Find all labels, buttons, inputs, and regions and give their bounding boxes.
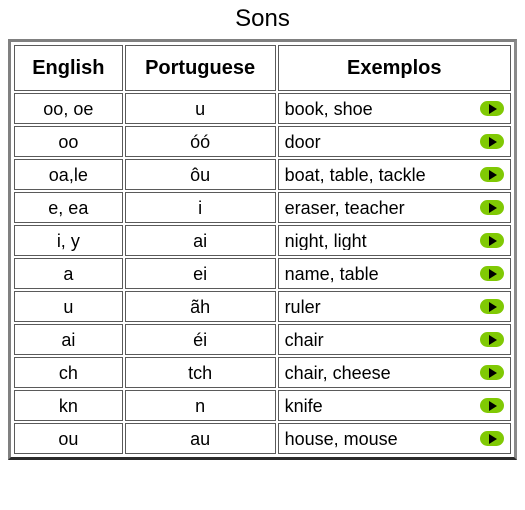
cell-english: oa,le [14,159,123,190]
cell-exemplos: name, table [277,258,511,289]
cell-portuguese: éi [124,324,276,355]
cell-portuguese: ei [124,258,276,289]
exemplos-content: knife [279,391,510,420]
page-root: Sons English Portuguese Exemplos oo, oe u… [0,4,525,510]
cell-exemplos: chair, cheese [277,357,511,388]
exemplos-text: night, light [284,231,367,250]
cell-portuguese: tch [124,357,276,388]
cell-english: kn [14,390,123,421]
exemplos-text: book, shoe [284,99,373,118]
play-triangle-icon [489,433,497,444]
exemplos-text: door [284,132,321,151]
column-header-exemplos: Exemplos [277,45,511,91]
table-row: oo óó door [14,126,511,157]
play-triangle-icon [489,103,497,114]
page-title: Sons [235,5,290,32]
sounds-table-frame: English Portuguese Exemplos oo, oe u book,… [8,39,517,460]
play-triangle-icon [489,202,497,213]
exemplos-content: door [279,127,510,156]
play-icon[interactable] [480,167,504,182]
cell-english: u [14,291,123,322]
cell-exemplos: eraser, teacher [277,192,511,223]
table-body: oo, oe u book, shoe oo óó door oa,le ôu boat, ta… [14,93,511,454]
play-triangle-icon [489,268,497,279]
cell-english: oo, oe [14,93,123,124]
exemplos-text: chair, cheese [284,363,391,382]
table-header: English Portuguese Exemplos [14,45,511,91]
play-icon[interactable] [480,101,504,116]
cell-english: ch [14,357,123,388]
exemplos-content: boat, table, tackle [279,160,510,189]
play-icon[interactable] [480,266,504,281]
column-header-portuguese: Portuguese [124,45,276,91]
exemplos-text: boat, table, tackle [284,165,426,184]
table-row: ou au house, mouse [14,423,511,454]
table-row: a ei name, table [14,258,511,289]
play-triangle-icon [489,367,497,378]
cell-portuguese: ai [124,225,276,256]
cell-english: i, y [14,225,123,256]
cell-portuguese: ãh [124,291,276,322]
exemplos-content: ruler [279,292,510,321]
exemplos-content: chair [279,325,510,354]
cell-english: e, ea [14,192,123,223]
cell-exemplos: book, shoe [277,93,511,124]
cell-exemplos: door [277,126,511,157]
exemplos-content: house, mouse [279,424,510,453]
exemplos-content: eraser, teacher [279,193,510,222]
cell-portuguese: óó [124,126,276,157]
cell-exemplos: boat, table, tackle [277,159,511,190]
column-header-english: English [14,45,123,91]
cell-portuguese: au [124,423,276,454]
cell-exemplos: night, light [277,225,511,256]
cell-exemplos: chair [277,324,511,355]
play-triangle-icon [489,169,497,180]
play-icon[interactable] [480,365,504,380]
cell-portuguese: i [124,192,276,223]
table-row: ch tch chair, cheese [14,357,511,388]
sounds-table: English Portuguese Exemplos oo, oe u book,… [12,43,513,456]
play-icon[interactable] [480,332,504,347]
exemplos-text: name, table [284,264,379,283]
table-row: u ãh ruler [14,291,511,322]
play-triangle-icon [489,136,497,147]
table-row: e, ea i eraser, teacher [14,192,511,223]
play-triangle-icon [489,301,497,312]
table-row: ai éi chair [14,324,511,355]
cell-english: a [14,258,123,289]
cell-portuguese: ôu [124,159,276,190]
play-icon[interactable] [480,200,504,215]
cell-exemplos: house, mouse [277,423,511,454]
cell-portuguese: n [124,390,276,421]
cell-english: ou [14,423,123,454]
cell-exemplos: ruler [277,291,511,322]
exemplos-text: house, mouse [284,429,398,448]
play-triangle-icon [489,400,497,411]
play-icon[interactable] [480,431,504,446]
cell-exemplos: knife [277,390,511,421]
play-triangle-icon [489,235,497,246]
play-icon[interactable] [480,233,504,248]
exemplos-text: eraser, teacher [284,198,405,217]
exemplos-text: knife [284,396,323,415]
exemplos-content: night, light [279,226,510,255]
exemplos-content: chair, cheese [279,358,510,387]
play-icon[interactable] [480,299,504,314]
cell-english: oo [14,126,123,157]
table-row: oa,le ôu boat, table, tackle [14,159,511,190]
play-icon[interactable] [480,398,504,413]
table-row: kn n knife [14,390,511,421]
table-row: oo, oe u book, shoe [14,93,511,124]
exemplos-text: chair [284,330,324,349]
table-header-row: English Portuguese Exemplos [14,45,511,91]
exemplos-text: ruler [284,297,321,316]
table-row: i, y ai night, light [14,225,511,256]
play-icon[interactable] [480,134,504,149]
play-triangle-icon [489,334,497,345]
exemplos-content: name, table [279,259,510,288]
cell-portuguese: u [124,93,276,124]
cell-english: ai [14,324,123,355]
exemplos-content: book, shoe [279,94,510,123]
